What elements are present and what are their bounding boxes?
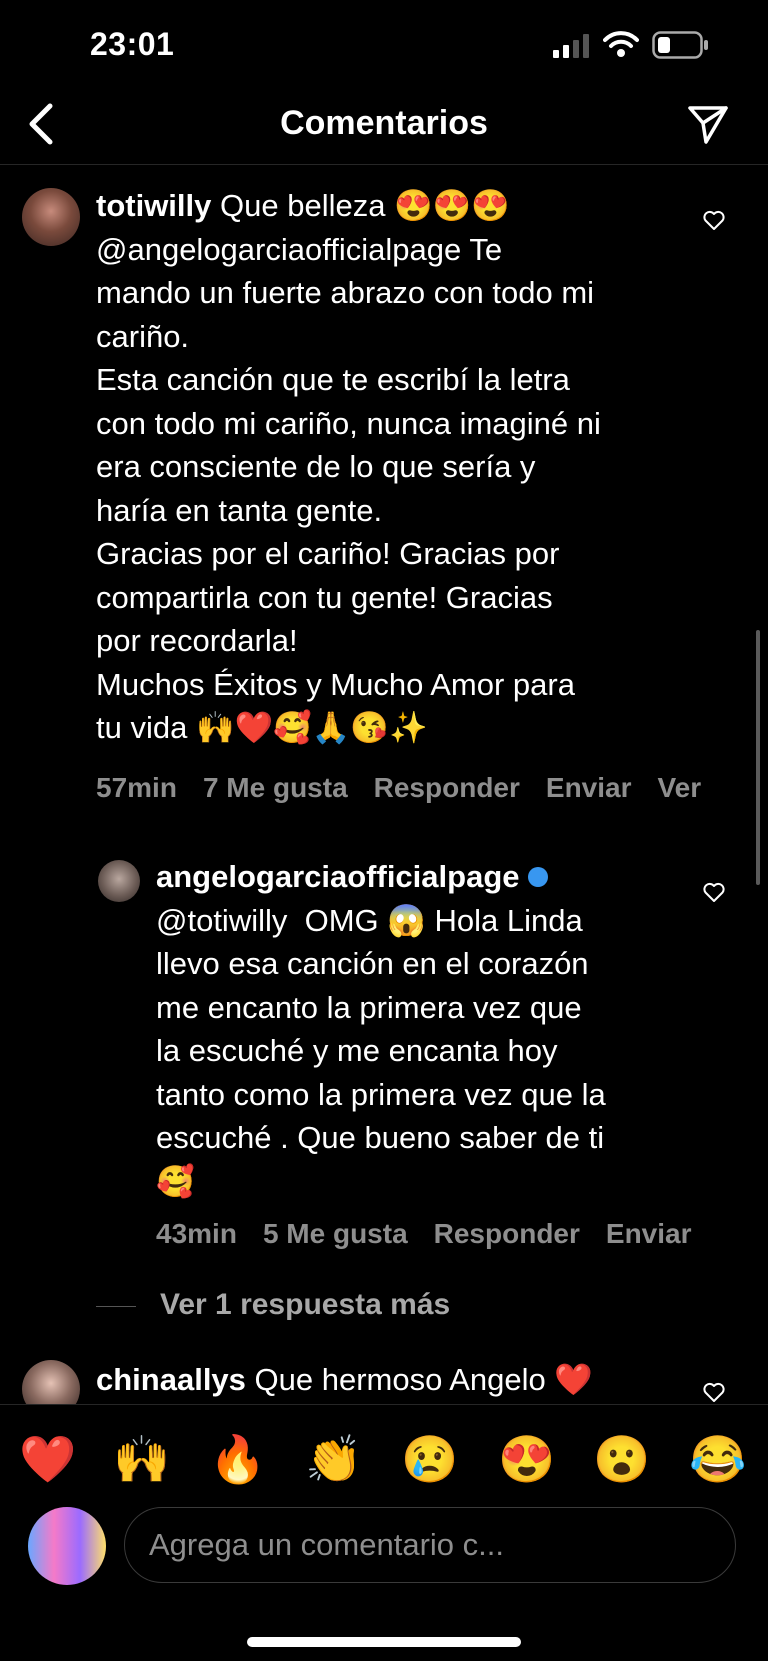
comment-time: 57min	[96, 772, 177, 803]
quick-emoji-bar: ❤️ 🙌 🔥 👏 😢 😍 😮 😂	[0, 1429, 768, 1489]
comment-username[interactable]: totiwilly	[96, 188, 211, 223]
emoji-fire-button[interactable]: 🔥	[208, 1429, 268, 1489]
page-title: Comentarios	[280, 104, 488, 142]
emoji-clap-button[interactable]: 👏	[304, 1429, 364, 1489]
reply-button[interactable]: Responder	[374, 772, 520, 803]
emoji-raised-hands-button[interactable]: 🙌	[112, 1429, 172, 1489]
likes-count[interactable]: 7 Me gusta	[203, 772, 348, 803]
likes-count[interactable]: 5 Me gusta	[263, 1218, 408, 1249]
comment-username[interactable]: chinaallys	[96, 1362, 246, 1397]
comment-body: angelogarciaofficialpage @totiwilly OMG …	[156, 855, 736, 1203]
comment-username[interactable]: angelogarciaofficialpage	[156, 859, 520, 894]
wifi-icon	[603, 31, 639, 57]
comment-body: chinaallys Que hermoso Angelo ❤️	[96, 1358, 716, 1402]
send-button[interactable]: Enviar	[546, 772, 632, 803]
direct-send-icon[interactable]	[686, 102, 730, 146]
avatar[interactable]	[22, 188, 80, 246]
translate-button[interactable]: Ver	[658, 772, 702, 803]
emoji-heart-eyes-button[interactable]: 😍	[497, 1429, 557, 1489]
comment-meta: 57min 7 Me gusta Responder Enviar Ver	[96, 772, 727, 804]
comment-composer: ❤️ 🙌 🔥 👏 😢 😍 😮 😂	[0, 1404, 768, 1661]
comment-text: @totiwilly OMG 😱 Hola Linda llevo esa ca…	[156, 902, 606, 1199]
battery-icon	[652, 31, 708, 59]
cellular-signal-icon	[553, 34, 589, 58]
comment-input[interactable]	[147, 1526, 711, 1564]
comment-time: 43min	[156, 1218, 237, 1249]
like-heart-icon[interactable]	[702, 1380, 726, 1404]
divider	[96, 1305, 136, 1307]
status-bar: 23:01	[0, 0, 768, 92]
emoji-heart-button[interactable]: ❤️	[18, 1429, 78, 1489]
scrollbar[interactable]	[756, 630, 760, 885]
emoji-surprised-button[interactable]: 😮	[592, 1429, 652, 1489]
emoji-laugh-button[interactable]: 😂	[688, 1429, 748, 1489]
send-button[interactable]: Enviar	[606, 1218, 692, 1249]
current-user-avatar	[28, 1507, 106, 1585]
comment-body: totiwilly Que belleza 😍😍😍 @angelogarciao…	[96, 184, 716, 750]
avatar[interactable]	[98, 860, 140, 902]
view-more-label: Ver 1 respuesta más	[160, 1288, 451, 1321]
verified-badge-icon	[527, 866, 548, 887]
view-more-replies-button[interactable]: Ver 1 respuesta más	[96, 1288, 450, 1322]
like-heart-icon[interactable]	[702, 880, 726, 904]
like-heart-icon[interactable]	[702, 208, 726, 232]
header: Comentarios	[0, 92, 768, 165]
home-indicator	[247, 1637, 521, 1647]
comment-meta: 43min 5 Me gusta Responder Enviar	[156, 1218, 718, 1250]
emoji-cry-button[interactable]: 😢	[400, 1429, 460, 1489]
comment-text: Que belleza 😍😍😍 @angelogarciaofficialpag…	[96, 188, 601, 745]
reply-button[interactable]: Responder	[434, 1218, 580, 1249]
comment-text: Que hermoso Angelo ❤️	[245, 1362, 593, 1397]
comment-input-wrapper[interactable]	[124, 1507, 736, 1583]
status-time: 23:01	[90, 26, 175, 62]
